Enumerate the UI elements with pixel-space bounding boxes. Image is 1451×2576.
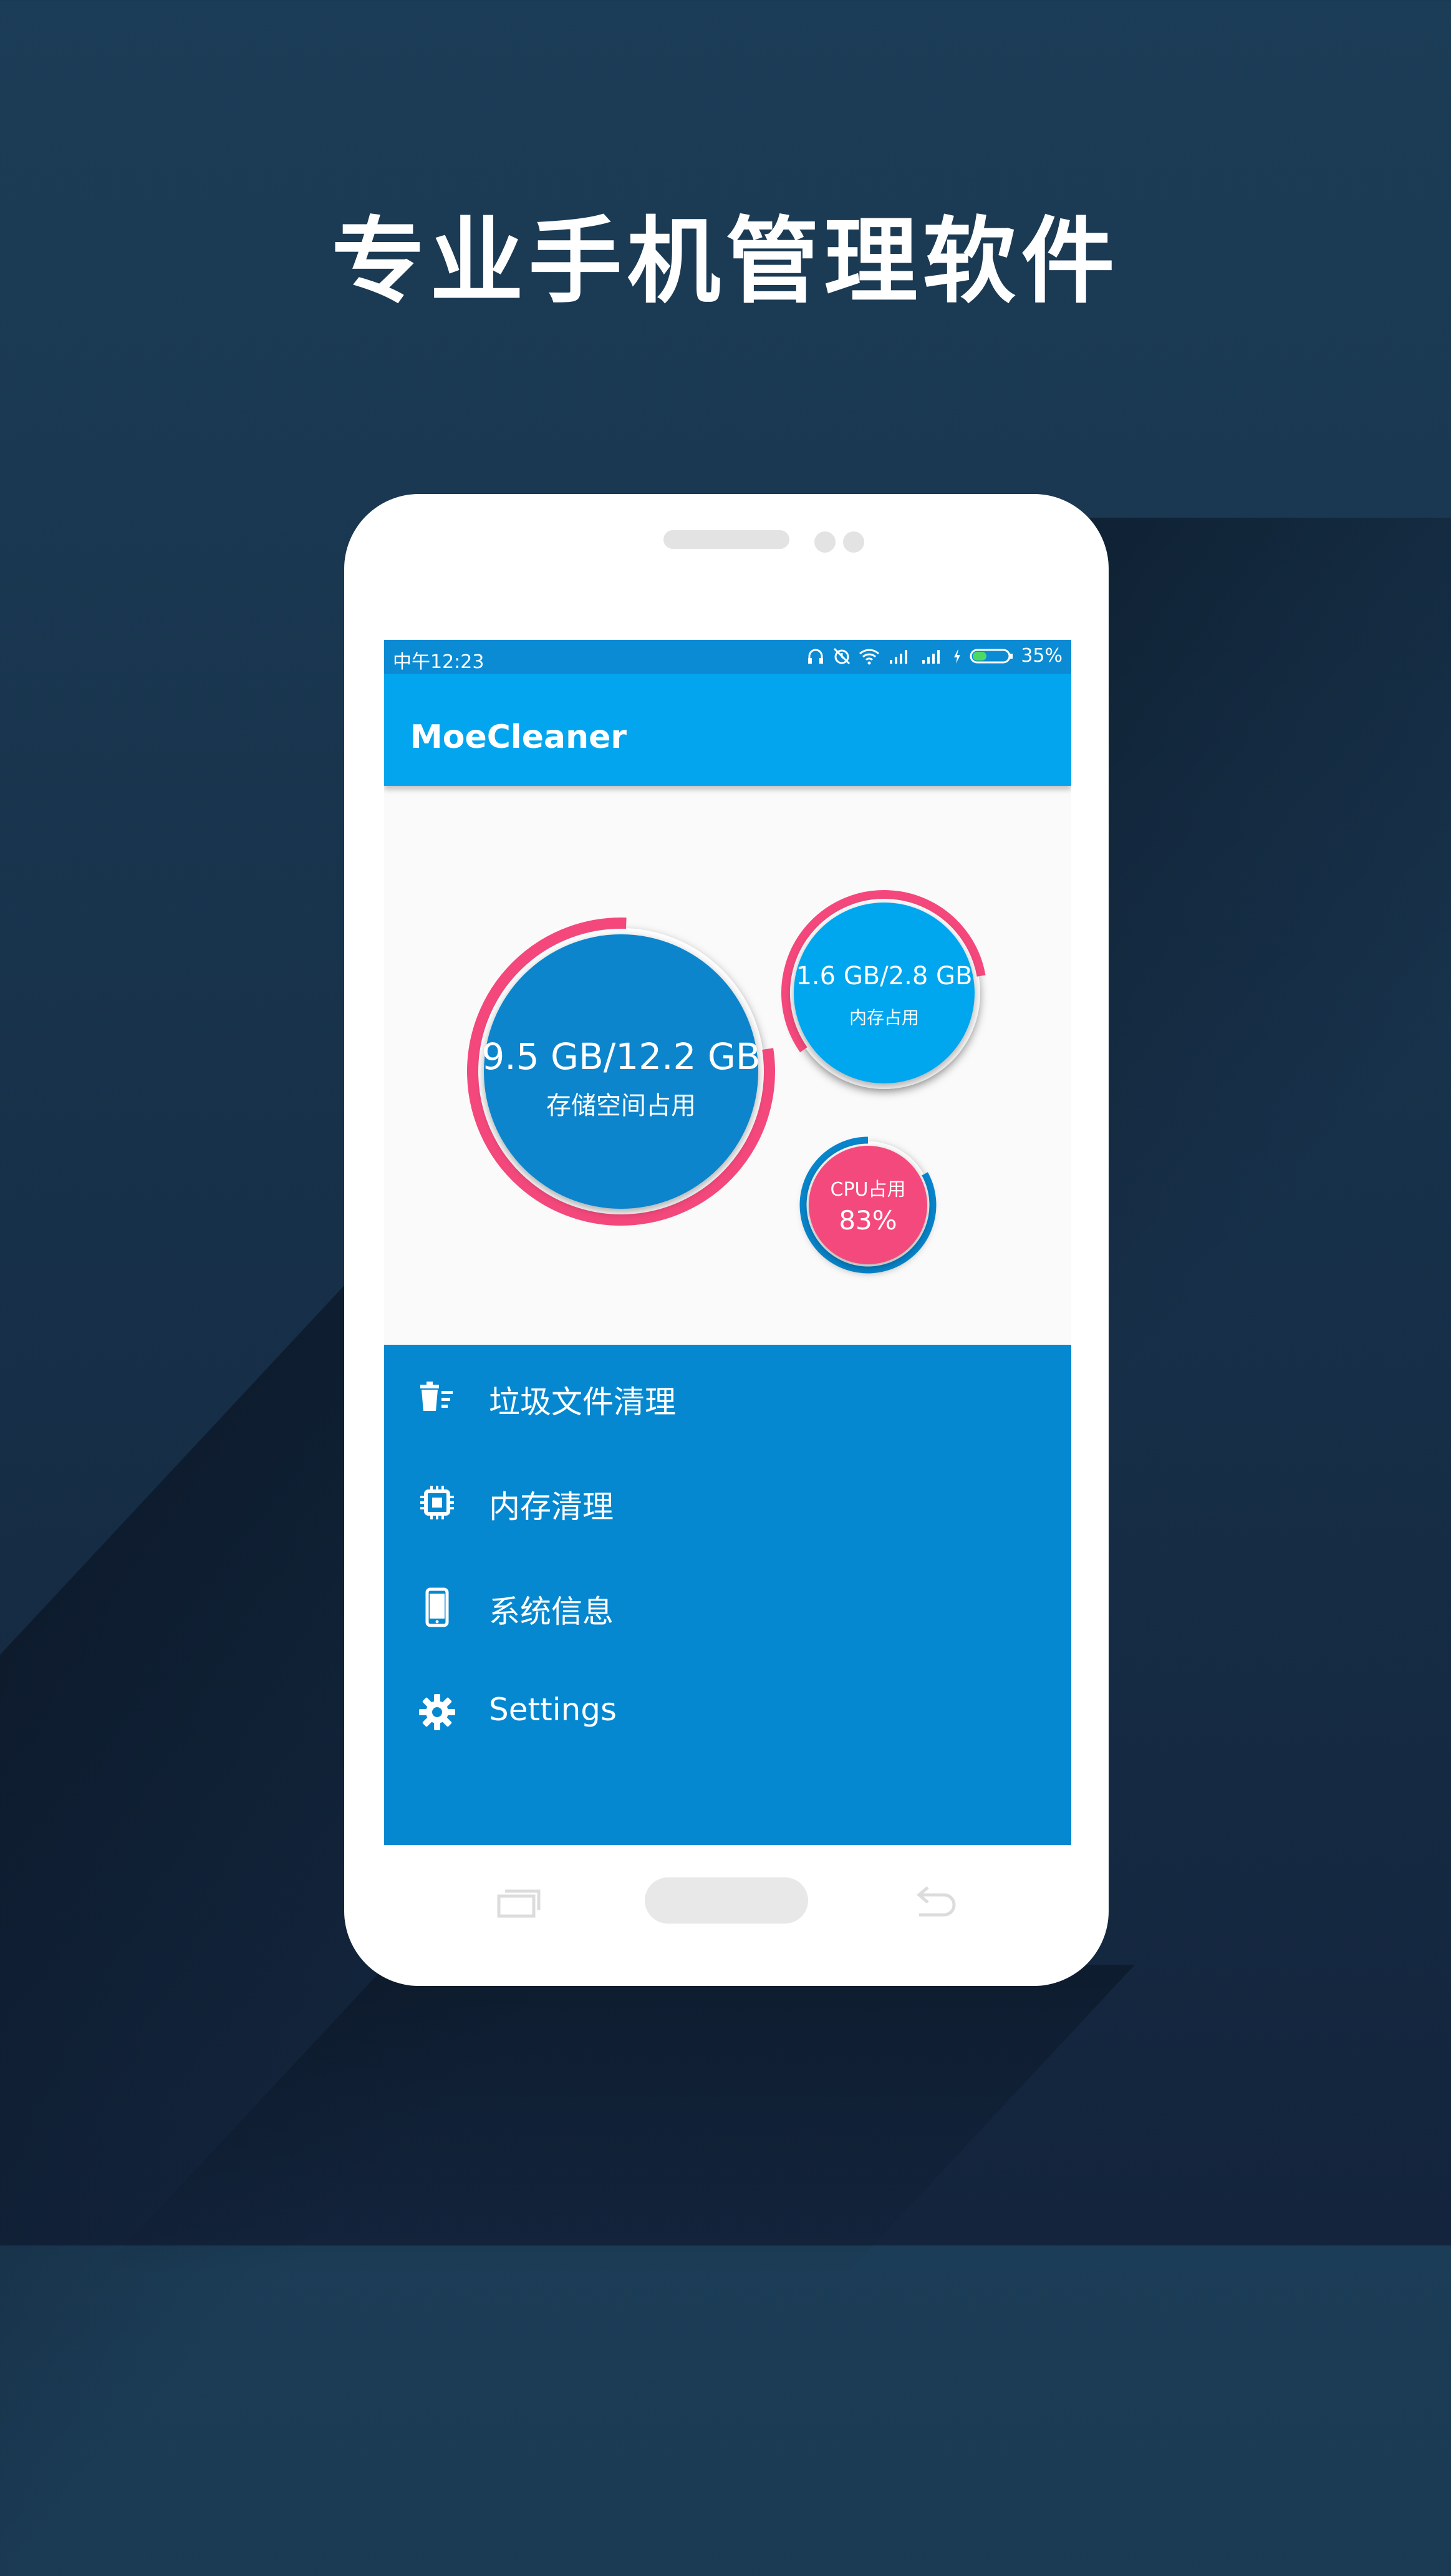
menu-item-settings[interactable]: Settings — [384, 1659, 1071, 1764]
menu-item-memory-clean[interactable]: 内存清理 — [384, 1450, 1071, 1554]
home-button[interactable] — [645, 1877, 808, 1924]
cpu-label: CPU占用 — [830, 1179, 906, 1201]
menu-label-system-info: 系统信息 — [489, 1594, 614, 1630]
app-title: MoeCleaner — [410, 719, 627, 756]
status-time: 中午12:23 — [393, 651, 484, 673]
wifi-icon — [859, 649, 880, 664]
headset-icon — [808, 649, 824, 664]
promo-headline: 专业手机管理软件 — [331, 208, 1120, 316]
main-menu: 垃圾文件清理 内存清理 系统信息 Settings — [384, 1345, 1071, 1845]
phone-speaker — [663, 530, 789, 549]
memory-value: 1.6 GB/2.8 GB — [796, 962, 973, 990]
status-bar: 中午12:23 35% — [384, 640, 1071, 674]
signal-icon-2 — [922, 649, 940, 664]
dashboard: 9.5 GB/12.2 GB 存储空间占用 1.6 GB/2.8 GB 内存占用… — [384, 786, 1071, 1345]
memory-label: 内存占用 — [849, 1007, 919, 1028]
alarm-off-icon — [834, 647, 851, 664]
menu-label-settings: Settings — [489, 1692, 617, 1728]
storage-value: 9.5 GB/12.2 GB — [481, 1035, 761, 1078]
trash-icon — [420, 1382, 453, 1411]
phone-icon — [425, 1587, 449, 1627]
phone-camera — [814, 531, 836, 553]
chip-icon — [420, 1486, 454, 1519]
recent-apps-icon[interactable] — [494, 1885, 544, 1919]
battery-percent: 35% — [1021, 645, 1063, 667]
menu-label-junk-clean: 垃圾文件清理 — [489, 1384, 676, 1420]
menu-item-system-info[interactable]: 系统信息 — [384, 1554, 1071, 1659]
back-icon[interactable] — [909, 1885, 959, 1919]
battery-icon — [970, 649, 1013, 663]
signal-icon-1 — [890, 649, 908, 664]
gear-icon — [419, 1694, 455, 1730]
memory-gauge[interactable] — [781, 890, 986, 1089]
app-bar: MoeCleaner — [384, 674, 1071, 786]
app-screen: 中午12:23 35% MoeCleaner 9.5 GB/12.2 GB 存储… — [384, 640, 1071, 1845]
storage-label: 存储空间占用 — [546, 1092, 696, 1120]
menu-item-junk-clean[interactable]: 垃圾文件清理 — [384, 1345, 1071, 1450]
charging-icon — [954, 648, 961, 664]
phone-sensor — [843, 531, 864, 553]
menu-label-memory-clean: 内存清理 — [489, 1489, 614, 1525]
status-icons: 35% — [806, 645, 1063, 667]
cpu-value: 83% — [839, 1205, 897, 1236]
